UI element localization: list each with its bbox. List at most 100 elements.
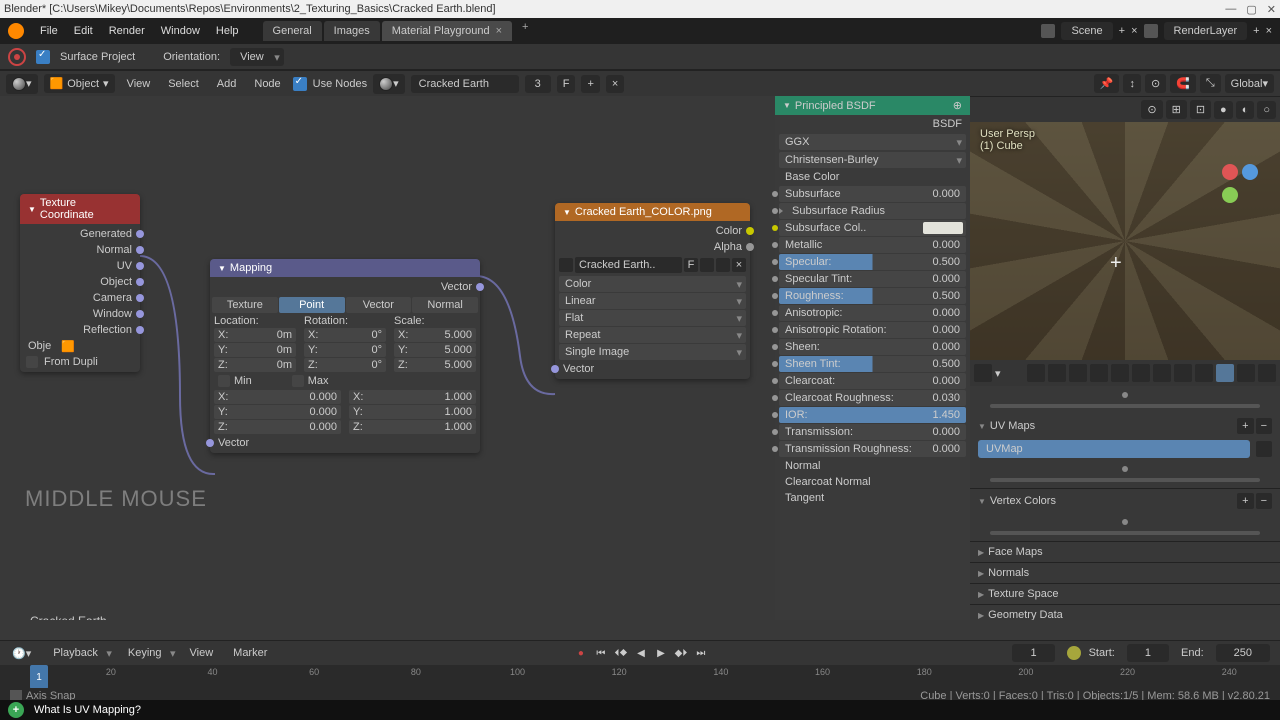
menu-window[interactable]: Window bbox=[155, 23, 206, 39]
menu-view[interactable]: View bbox=[121, 75, 157, 93]
props-tab-icon[interactable] bbox=[1237, 364, 1255, 382]
material-new-button[interactable]: + bbox=[581, 75, 599, 93]
socket-reflection[interactable] bbox=[136, 326, 144, 334]
playback-menu[interactable]: Playback bbox=[45, 645, 112, 661]
socket-vector-in[interactable] bbox=[551, 365, 559, 373]
remove-button[interactable]: − bbox=[1256, 418, 1272, 434]
props-tab-icon[interactable] bbox=[1090, 364, 1108, 382]
scl-x[interactable]: X:5.000 bbox=[394, 328, 476, 342]
props-tab-icon[interactable] bbox=[1258, 364, 1276, 382]
image-open-icon[interactable] bbox=[716, 258, 730, 272]
socket-generated[interactable] bbox=[136, 230, 144, 238]
socket-alpha-out[interactable] bbox=[746, 243, 754, 251]
menu-render[interactable]: Render bbox=[103, 23, 151, 39]
workspace-add-button[interactable]: + bbox=[514, 21, 536, 41]
props-tab-icon[interactable] bbox=[1174, 364, 1192, 382]
loc-z[interactable]: Z:0m bbox=[214, 358, 296, 372]
image-name-field[interactable]: Cracked Earth.. bbox=[575, 257, 682, 273]
socket-color-out[interactable] bbox=[746, 227, 754, 235]
node-title[interactable]: Principled BSDF⊕ bbox=[775, 96, 970, 115]
menu-edit[interactable]: Edit bbox=[68, 23, 99, 39]
scene-selector[interactable]: Scene bbox=[1061, 22, 1112, 40]
extension-dropdown[interactable]: Repeat bbox=[559, 327, 746, 343]
props-tab-icon[interactable] bbox=[1027, 364, 1045, 382]
image-texture-node[interactable]: Cracked Earth_COLOR.png Color Alpha Crac… bbox=[555, 203, 750, 379]
properties-panel[interactable]: UV Maps+− UVMap Vertex Colors+− Face Map… bbox=[970, 386, 1280, 620]
section-tex-space[interactable]: Texture Space bbox=[970, 584, 1280, 604]
maximize-btn[interactable]: ▢ bbox=[1246, 3, 1256, 16]
projection-dropdown[interactable]: Flat bbox=[559, 310, 746, 326]
node-title[interactable]: Mapping bbox=[210, 259, 480, 277]
node-editor-canvas[interactable]: Texture Coordinate Generated Normal UV O… bbox=[0, 96, 775, 620]
autokey-button[interactable] bbox=[1067, 646, 1081, 660]
loc-y[interactable]: Y:0m bbox=[214, 343, 296, 357]
props-tab-icon[interactable] bbox=[1111, 364, 1129, 382]
editor-type-button[interactable]: ▾ bbox=[6, 74, 38, 94]
jump-end-button[interactable]: ⏭ bbox=[693, 645, 709, 661]
bsdf-prop-anisotropic-rotation-[interactable]: Anisotropic Rotation:0.000 bbox=[779, 322, 966, 338]
bsdf-prop-metallic[interactable]: Metallic0.000 bbox=[779, 237, 966, 253]
vp-shading-icon[interactable]: ○ bbox=[1257, 101, 1276, 119]
section-vertex-colors[interactable]: Vertex Colors+− bbox=[970, 489, 1280, 513]
bsdf-prop-specular-[interactable]: Specular:0.500 bbox=[779, 254, 966, 270]
menu-add[interactable]: Add bbox=[211, 75, 243, 93]
timeline-editor[interactable]: 🕐▾ Playback Keying View Marker ● ⏮ ⏴◆ ◀ … bbox=[0, 640, 1280, 688]
axis-y-icon[interactable] bbox=[1222, 187, 1238, 203]
bsdf-prop-subsurface-col--[interactable]: Subsurface Col.. bbox=[779, 220, 966, 236]
keyframe-prev-button[interactable]: ⏴◆ bbox=[613, 645, 629, 661]
image-new-icon[interactable] bbox=[700, 258, 714, 272]
interpolation-dropdown[interactable]: Linear bbox=[559, 293, 746, 309]
rot-y[interactable]: Y:0° bbox=[304, 343, 386, 357]
source-dropdown[interactable]: Single Image bbox=[559, 344, 746, 360]
3d-viewport[interactable]: User Persp (1) Cube + bbox=[970, 122, 1280, 360]
view-menu[interactable]: View bbox=[184, 645, 220, 661]
layer-add-button[interactable]: + bbox=[1253, 25, 1259, 37]
node-title[interactable]: Cracked Earth_COLOR.png bbox=[555, 203, 750, 221]
scene-add-button[interactable]: + bbox=[1119, 25, 1125, 37]
node-title[interactable]: Texture Coordinate bbox=[20, 194, 140, 224]
props-tab-icon[interactable] bbox=[1048, 364, 1066, 382]
section-normals[interactable]: Normals bbox=[970, 563, 1280, 583]
axis-x-icon[interactable] bbox=[1222, 164, 1238, 180]
menu-help[interactable]: Help bbox=[210, 23, 245, 39]
tool-button-2[interactable]: ⊙ bbox=[1145, 74, 1166, 93]
section-face-maps[interactable]: Face Maps bbox=[970, 542, 1280, 562]
orientation-dropdown[interactable]: View bbox=[230, 48, 284, 66]
mapping-type-normal[interactable]: Normal bbox=[412, 297, 478, 313]
props-tab-icon[interactable] bbox=[1216, 364, 1234, 382]
material-name-input[interactable] bbox=[411, 75, 519, 93]
keyframe-next-button[interactable]: ◆⏵ bbox=[673, 645, 689, 661]
material-users-count[interactable]: 3 bbox=[525, 75, 551, 93]
remove-button[interactable]: − bbox=[1256, 493, 1272, 509]
distribution-dropdown[interactable]: GGX bbox=[779, 134, 966, 150]
playhead[interactable]: 1 bbox=[30, 665, 48, 689]
object-mode-button[interactable]: 🟧 Object▾ bbox=[44, 74, 115, 93]
principled-bsdf-node[interactable]: Principled BSDF⊕ BSDF GGX Christensen-Bu… bbox=[775, 96, 970, 620]
mapping-type-vector[interactable]: Vector bbox=[346, 297, 412, 313]
vp-shading-icon[interactable]: ● bbox=[1214, 101, 1233, 119]
socket-object[interactable] bbox=[136, 278, 144, 286]
record-button[interactable]: ● bbox=[573, 645, 589, 661]
workspace-tab-general[interactable]: General bbox=[263, 21, 322, 41]
material-slot-button[interactable]: ▾ bbox=[373, 74, 405, 94]
socket-window[interactable] bbox=[136, 310, 144, 318]
image-unlink-icon[interactable]: × bbox=[732, 258, 746, 272]
vp-tool-icon[interactable]: ⊞ bbox=[1166, 100, 1187, 119]
socket-vector-out[interactable] bbox=[476, 283, 484, 291]
marker-menu[interactable]: Marker bbox=[227, 645, 273, 661]
surface-project-checkbox[interactable] bbox=[36, 50, 50, 64]
timeline-track[interactable]: 1 20406080100120140160180200220240 bbox=[0, 665, 1280, 689]
bsdf-prop-subsurface[interactable]: Subsurface0.000 bbox=[779, 186, 966, 202]
fake-user-icon[interactable]: F bbox=[684, 258, 698, 272]
image-browse-icon[interactable] bbox=[559, 258, 573, 272]
close-btn[interactable]: ✕ bbox=[1267, 3, 1276, 16]
axis-z-icon[interactable] bbox=[1242, 164, 1258, 180]
scene-delete-button[interactable]: × bbox=[1131, 25, 1137, 37]
vp-tool-icon[interactable]: ⊡ bbox=[1190, 100, 1211, 119]
socket-vector-in[interactable] bbox=[206, 439, 214, 447]
color-space-dropdown[interactable]: Color bbox=[559, 276, 746, 292]
socket-camera[interactable] bbox=[136, 294, 144, 302]
socket-normal[interactable] bbox=[136, 246, 144, 254]
snap-button[interactable]: 🧲 bbox=[1170, 74, 1196, 93]
transform-space-button[interactable]: ⤡ bbox=[1200, 74, 1221, 93]
